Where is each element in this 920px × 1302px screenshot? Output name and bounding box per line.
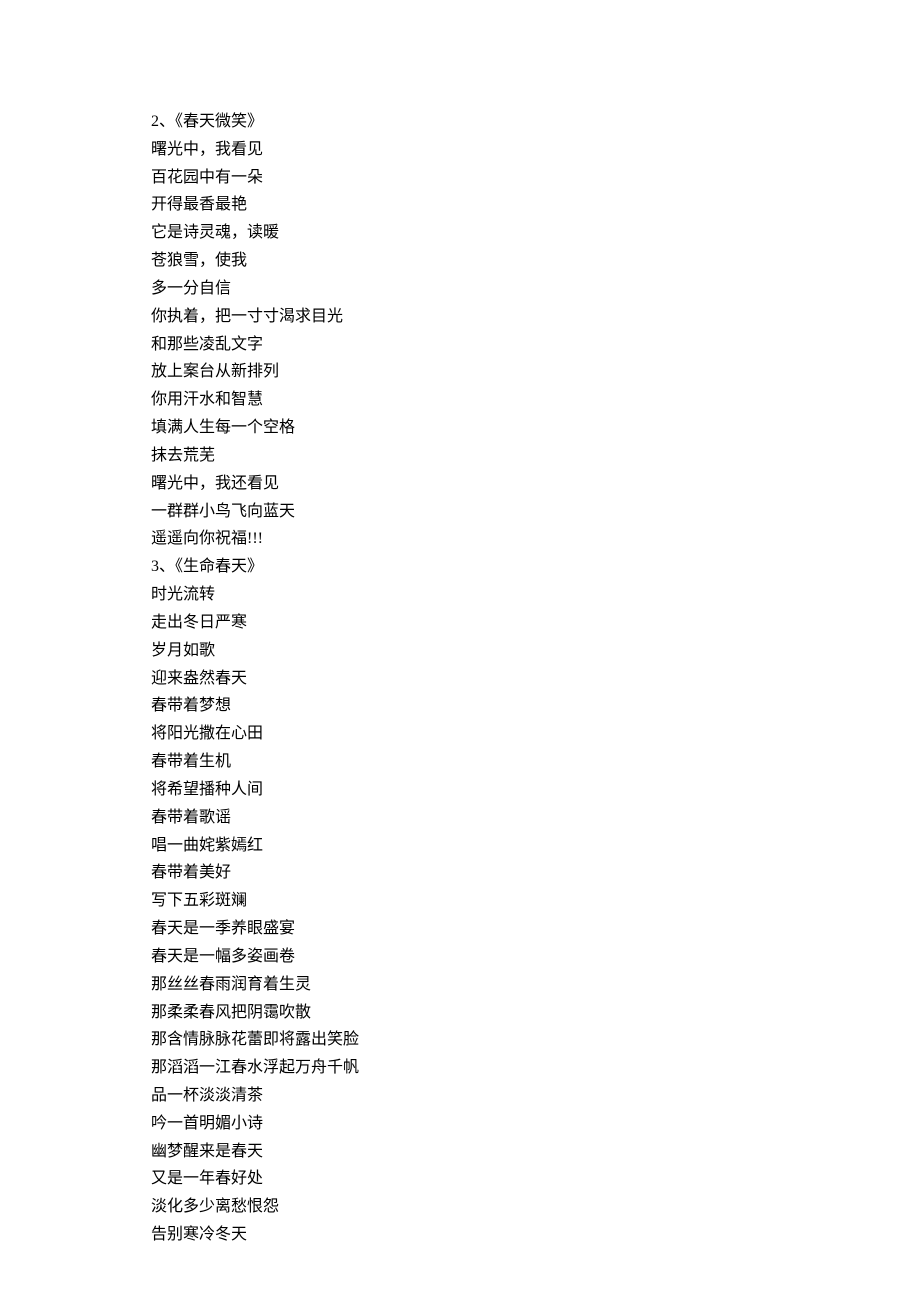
text-line: 唱一曲姹紫嫣红 <box>151 832 920 860</box>
text-line: 幽梦醒来是春天 <box>151 1138 920 1166</box>
text-line: 春带着生机 <box>151 748 920 776</box>
text-line: 它是诗灵魂，读暖 <box>151 219 920 247</box>
text-line: 又是一年春好处 <box>151 1165 920 1193</box>
text-line: 你执着，把一寸寸渴求目光 <box>151 303 920 331</box>
text-line: 2、《春天微笑》 <box>151 108 920 136</box>
text-line: 那含情脉脉花蕾即将露出笑脸 <box>151 1026 920 1054</box>
text-line: 迎来盎然春天 <box>151 665 920 693</box>
text-line: 春带着美好 <box>151 859 920 887</box>
text-line: 岁月如歌 <box>151 637 920 665</box>
text-line: 将阳光撒在心田 <box>151 720 920 748</box>
text-line: 填满人生每一个空格 <box>151 414 920 442</box>
text-line: 告别寒冷冬天 <box>151 1221 920 1249</box>
text-line: 那滔滔一江春水浮起万舟千帆 <box>151 1054 920 1082</box>
text-line: 那柔柔春风把阴霭吹散 <box>151 999 920 1027</box>
text-line: 品一杯淡淡清茶 <box>151 1082 920 1110</box>
text-line: 你用汗水和智慧 <box>151 386 920 414</box>
text-line: 时光流转 <box>151 581 920 609</box>
document-page: 2、《春天微笑》曙光中，我看见百花园中有一朵开得最香最艳它是诗灵魂，读暖苍狼雪，… <box>0 0 920 1302</box>
text-line: 走出冬日严寒 <box>151 609 920 637</box>
text-line: 春天是一季养眼盛宴 <box>151 915 920 943</box>
text-line: 春天是一幅多姿画卷 <box>151 943 920 971</box>
text-line: 春带着歌谣 <box>151 804 920 832</box>
text-line: 多一分自信 <box>151 275 920 303</box>
text-line: 吟一首明媚小诗 <box>151 1110 920 1138</box>
text-line: 3、《生命春天》 <box>151 553 920 581</box>
text-line: 抹去荒芜 <box>151 442 920 470</box>
text-line: 一群群小鸟飞向蓝天 <box>151 498 920 526</box>
text-line: 和那些凌乱文字 <box>151 331 920 359</box>
text-line: 曙光中，我还看见 <box>151 470 920 498</box>
text-line: 将希望播种人间 <box>151 776 920 804</box>
text-line: 苍狼雪，使我 <box>151 247 920 275</box>
text-line: 遥遥向你祝福!!! <box>151 525 920 553</box>
text-line: 百花园中有一朵 <box>151 164 920 192</box>
text-line: 开得最香最艳 <box>151 191 920 219</box>
text-line: 写下五彩斑斓 <box>151 887 920 915</box>
text-line: 淡化多少离愁恨怨 <box>151 1193 920 1221</box>
text-line: 放上案台从新排列 <box>151 358 920 386</box>
text-line: 春带着梦想 <box>151 692 920 720</box>
text-line: 曙光中，我看见 <box>151 136 920 164</box>
text-line: 那丝丝春雨润育着生灵 <box>151 971 920 999</box>
